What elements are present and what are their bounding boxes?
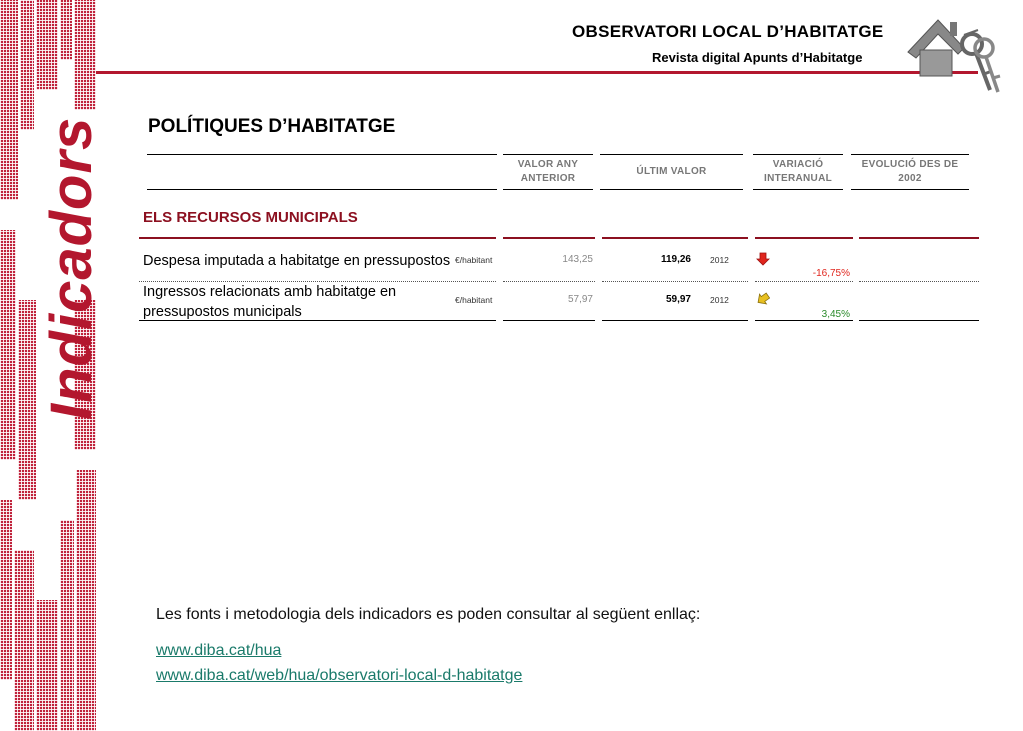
column-header-variation-line1: VARIACIÓ: [772, 159, 824, 170]
column-header-evolution-line2: 2002: [898, 173, 922, 184]
row-divider: [503, 281, 595, 282]
house-keys-logo-icon: [907, 19, 1001, 93]
deco-bar: [76, 470, 96, 731]
deco-bar: [20, 0, 34, 130]
row-divider: [755, 281, 853, 282]
row-divider: [755, 320, 853, 321]
deco-bar: [0, 500, 12, 680]
column-header-previous-value: VALOR ANY ANTERIOR: [503, 154, 593, 190]
header-title: OBSERVATORI LOCAL D’HABITATGE: [572, 22, 884, 41]
column-header-previous-line1: VALOR ANY: [517, 159, 579, 170]
section-title: POLÍTIQUES D’HABITATGE: [148, 116, 396, 137]
deco-bar: [60, 520, 74, 731]
deco-bar: [36, 600, 58, 731]
side-title-indicadors: Indicadors: [39, 116, 104, 420]
header-subtitle: Revista digital Apunts d’Habitatge: [652, 50, 863, 65]
column-header-variation-line2: INTERANUAL: [764, 173, 832, 184]
row-label-line1: Ingressos relacionats amb habitatge en: [143, 284, 397, 300]
deco-bar: [0, 230, 16, 460]
row-divider: [139, 320, 496, 321]
row-divider: [859, 281, 979, 282]
row-previous-value: 143,25: [562, 254, 593, 265]
row-divider: [859, 320, 979, 321]
column-header-evolution-line1: EVOLUCIÓ DES DE: [861, 159, 959, 170]
header-divider: [96, 71, 978, 74]
link-observatori[interactable]: www.diba.cat/web/hua/observatori-local-d…: [156, 667, 522, 685]
row-divider: [139, 281, 496, 282]
arrow-up-icon: [757, 292, 770, 305]
deco-bar: [36, 0, 58, 90]
row-unit: €/habitant: [455, 295, 493, 305]
column-header-variation: VARIACIÓ INTERANUAL: [753, 154, 843, 190]
deco-bar: [14, 550, 34, 731]
row-last-value: 59,97: [665, 294, 691, 305]
row-unit: €/habitant: [455, 255, 493, 265]
deco-bar: [18, 300, 36, 500]
group-title: ELS RECURSOS MUNICIPALS: [143, 209, 358, 226]
row-variation: 3,45%: [821, 309, 850, 320]
column-header-evolution: EVOLUCIÓ DES DE 2002: [851, 154, 969, 190]
column-header-indicator: [147, 154, 497, 190]
footer-note: Les fonts i metodologia dels indicadors …: [156, 606, 701, 623]
group-divider: [859, 237, 979, 239]
row-previous-value: 57,97: [567, 294, 593, 305]
row-divider: [503, 320, 595, 321]
row-label: Despesa imputada a habitatge en pressupo…: [143, 253, 453, 269]
row-year: 2012: [710, 295, 729, 305]
row-year: 2012: [710, 255, 729, 265]
deco-bar: [74, 0, 96, 110]
deco-bar: [60, 0, 72, 60]
group-divider: [755, 237, 853, 239]
group-divider: [602, 237, 748, 239]
column-header-last-label: ÚLTIM VALOR: [636, 166, 707, 177]
row-divider: [602, 281, 748, 282]
row-variation: -16,75%: [812, 268, 850, 279]
link-hua[interactable]: www.diba.cat/hua: [156, 642, 281, 660]
row-last-value: 119,26: [660, 254, 691, 265]
row-divider: [602, 320, 748, 321]
group-divider: [503, 237, 595, 239]
group-divider: [139, 237, 496, 239]
row-label-line2: pressupostos municipals: [143, 304, 302, 320]
arrow-down-icon: [756, 252, 770, 266]
column-header-last-value: ÚLTIM VALOR: [600, 154, 743, 190]
deco-bar: [0, 0, 18, 200]
column-header-previous-line2: ANTERIOR: [520, 173, 576, 184]
